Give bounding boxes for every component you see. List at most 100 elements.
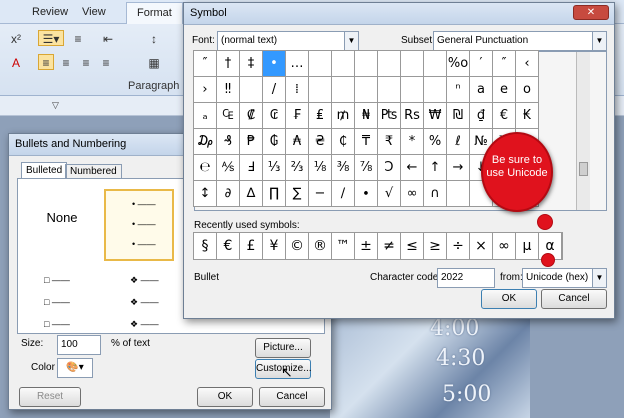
- symbol-cell[interactable]: ₤: [309, 103, 332, 129]
- tab-bulleted[interactable]: Bulleted: [21, 162, 68, 179]
- tab-numbered[interactable]: Numbered: [65, 164, 122, 179]
- symbol-cell[interactable]: ‼: [217, 77, 240, 103]
- recent-symbol[interactable]: ±: [355, 233, 378, 259]
- symbol-cell[interactable]: [424, 77, 447, 103]
- symbol-cell[interactable]: ₪: [447, 103, 470, 129]
- symbol-cell[interactable]: ∩: [424, 181, 447, 207]
- ok-button[interactable]: OK: [197, 387, 253, 407]
- align-right-icon[interactable]: ≡: [78, 54, 94, 70]
- grid-scrollbar[interactable]: [576, 52, 590, 210]
- symbol-ok-button[interactable]: OK: [481, 289, 537, 309]
- symbol-cell[interactable]: [355, 51, 378, 77]
- bullet-diamond-option[interactable]: ❖ —— ❖ —— ❖ ——: [130, 269, 159, 335]
- symbol-cell[interactable]: *: [401, 129, 424, 155]
- recent-symbol[interactable]: ©: [286, 233, 309, 259]
- symbol-cell[interactable]: %o: [447, 51, 470, 77]
- recent-symbol[interactable]: §: [194, 233, 217, 259]
- symbol-cell[interactable]: √: [378, 181, 401, 207]
- symbol-cell[interactable]: ″: [493, 51, 516, 77]
- recent-symbol[interactable]: ¥: [263, 233, 286, 259]
- symbol-cell[interactable]: ⅔: [286, 155, 309, 181]
- symbol-cell[interactable]: [378, 77, 401, 103]
- symbol-cell[interactable]: ℮: [194, 155, 217, 181]
- symbol-cell[interactable]: ₡: [240, 103, 263, 129]
- align-center-icon[interactable]: ≡: [58, 54, 74, 70]
- symbol-cell[interactable]: ₯: [194, 129, 217, 155]
- reset-button[interactable]: Reset: [19, 387, 81, 407]
- scrollbar-thumb[interactable]: [579, 162, 588, 176]
- line-spacing-icon[interactable]: ↕: [146, 30, 162, 46]
- shading-icon[interactable]: ▦: [146, 54, 162, 70]
- character-code-input[interactable]: 2022: [437, 268, 495, 288]
- bullet-dot-option[interactable]: • —— • —— • ——: [104, 189, 174, 261]
- from-select[interactable]: Unicode (hex) ▼: [522, 268, 607, 288]
- recent-symbol[interactable]: ®: [309, 233, 332, 259]
- symbol-cell[interactable]: ₧: [378, 103, 401, 129]
- symbol-cancel-button[interactable]: Cancel: [541, 289, 607, 309]
- color-picker[interactable]: 🎨▾: [57, 358, 93, 378]
- symbol-cell[interactable]: ⅞: [355, 155, 378, 181]
- symbol-cell[interactable]: [309, 51, 332, 77]
- symbol-cell[interactable]: ₠: [217, 103, 240, 129]
- bullet-square-option[interactable]: □ —— □ —— □ ——: [44, 269, 70, 335]
- symbol-cell[interactable]: ₫: [470, 103, 493, 129]
- symbol-cell[interactable]: ∞: [401, 181, 424, 207]
- font-color-icon[interactable]: A: [8, 54, 24, 70]
- symbol-cell[interactable]: o: [516, 77, 539, 103]
- symbol-cell[interactable]: ₲: [263, 129, 286, 155]
- symbol-cell[interactable]: ↑: [424, 155, 447, 181]
- symbol-cell[interactable]: ‡: [240, 51, 263, 77]
- symbol-cell[interactable]: ″: [194, 51, 217, 77]
- symbol-cell[interactable]: €: [493, 103, 516, 129]
- recent-symbol[interactable]: ÷: [447, 233, 470, 259]
- symbol-cell[interactable]: ₥: [332, 103, 355, 129]
- size-input[interactable]: 100: [57, 335, 101, 355]
- symbol-cell[interactable]: †: [217, 51, 240, 77]
- symbol-cell[interactable]: e: [493, 77, 516, 103]
- symbol-cell[interactable]: [355, 77, 378, 103]
- symbol-cell[interactable]: ⁿ: [447, 77, 470, 103]
- symbol-cell[interactable]: ₳: [286, 129, 309, 155]
- symbol-cell[interactable]: ℓ: [447, 129, 470, 155]
- font-select[interactable]: (normal text) ▼: [217, 31, 359, 51]
- symbol-cell[interactable]: [424, 51, 447, 77]
- symbol-cell[interactable]: [332, 51, 355, 77]
- bullet-none-option[interactable]: None: [30, 189, 94, 247]
- symbol-cell[interactable]: [401, 51, 424, 77]
- symbol-cell[interactable]: ⅛: [309, 155, 332, 181]
- symbol-cell[interactable]: ∑: [286, 181, 309, 207]
- symbol-cell[interactable]: ∕: [332, 181, 355, 207]
- symbol-cell[interactable]: ₩: [424, 103, 447, 129]
- recent-symbol[interactable]: €: [217, 233, 240, 259]
- tab-view[interactable]: View: [82, 6, 106, 18]
- subset-select[interactable]: General Punctuation ▼: [433, 31, 607, 51]
- cancel-button[interactable]: Cancel: [259, 387, 325, 407]
- symbol-cell[interactable]: %: [424, 129, 447, 155]
- recent-symbol[interactable]: ≠: [378, 233, 401, 259]
- recent-symbol[interactable]: ∞: [493, 233, 516, 259]
- decrease-indent-icon[interactable]: ⇤: [100, 30, 116, 46]
- symbol-cell[interactable]: ∏: [263, 181, 286, 207]
- symbol-cell[interactable]: a: [470, 77, 493, 103]
- symbol-cell[interactable]: ‹: [516, 51, 539, 77]
- symbol-cell[interactable]: [401, 77, 424, 103]
- symbol-cell[interactable]: ⅜: [332, 155, 355, 181]
- symbol-cell[interactable]: [447, 181, 470, 207]
- symbol-cell[interactable]: Ↄ: [378, 155, 401, 181]
- symbol-cell[interactable]: ₹: [378, 129, 401, 155]
- numbering-icon[interactable]: ≡: [70, 30, 86, 46]
- symbol-cell[interactable]: ₱: [240, 129, 263, 155]
- recent-symbol[interactable]: ≤: [401, 233, 424, 259]
- symbol-cell[interactable]: ₵: [332, 129, 355, 155]
- close-icon[interactable]: ✕: [573, 5, 609, 20]
- recent-symbol[interactable]: µ: [516, 233, 539, 259]
- recent-symbol[interactable]: ×: [470, 233, 493, 259]
- symbol-cell[interactable]: [309, 77, 332, 103]
- tab-format[interactable]: Format: [126, 2, 183, 24]
- symbol-cell[interactable]: ←: [401, 155, 424, 181]
- symbol-cell[interactable]: −: [309, 181, 332, 207]
- symbol-cell[interactable]: ₐ: [194, 103, 217, 129]
- symbol-cell[interactable]: [332, 77, 355, 103]
- symbol-cell[interactable]: ₭: [516, 103, 539, 129]
- symbol-cell[interactable]: ⁞: [286, 77, 309, 103]
